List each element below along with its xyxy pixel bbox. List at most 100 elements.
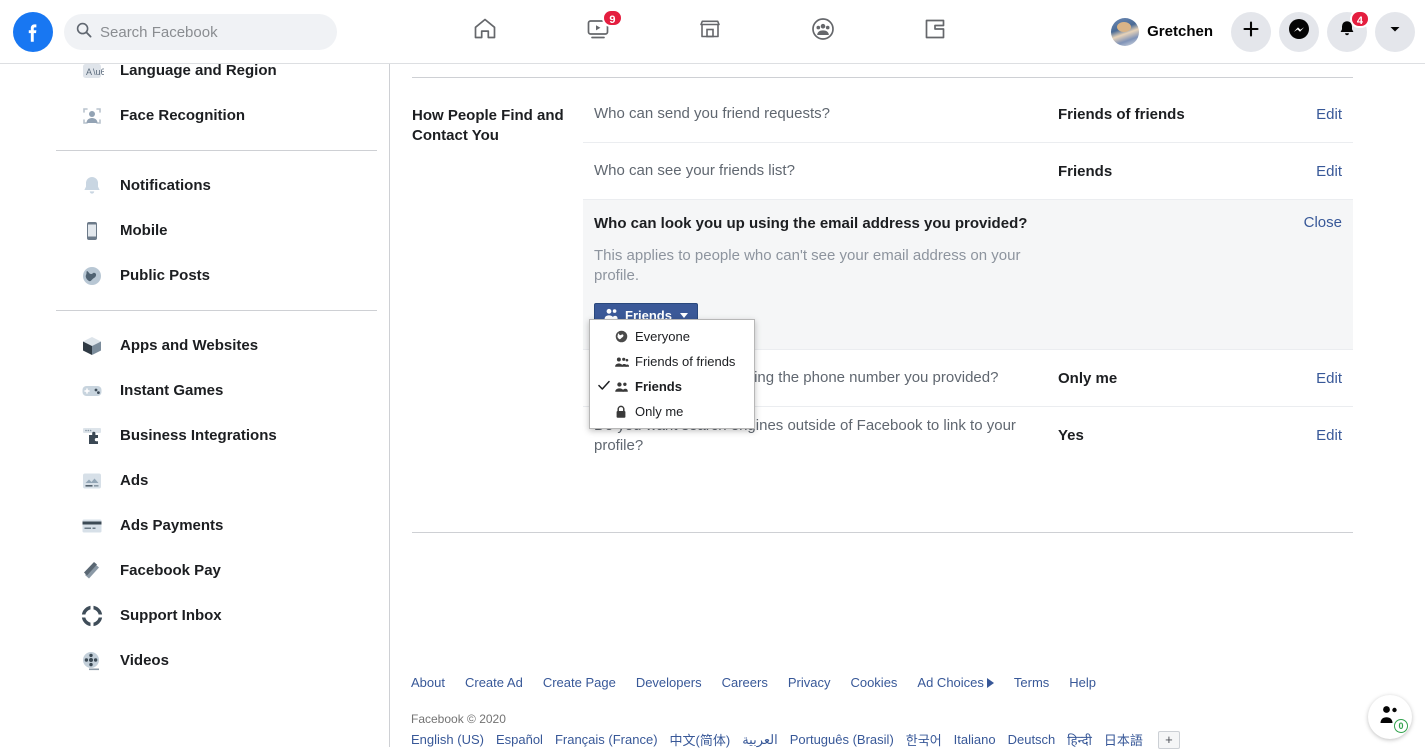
language-hindi[interactable]: हिन्दी xyxy=(1067,731,1092,749)
nav-groups-button[interactable] xyxy=(796,8,850,56)
notifications-button[interactable]: 4 xyxy=(1327,12,1367,52)
sidebar-item-instant-games[interactable]: Instant Games xyxy=(0,368,389,413)
sidebar-item-facebook-pay[interactable]: Facebook Pay xyxy=(0,548,389,593)
sidebar-item-label: Facebook Pay xyxy=(120,562,221,579)
facebook-logo[interactable] xyxy=(13,12,53,52)
bell-icon xyxy=(80,174,104,198)
content-top-divider xyxy=(412,77,1353,78)
mobile-icon xyxy=(80,219,104,243)
row-description: This applies to people who can't see you… xyxy=(594,246,1044,286)
footer-link-create-ad[interactable]: Create Ad xyxy=(465,675,523,690)
sidebar-item-ads-payments[interactable]: Ads Payments xyxy=(0,503,389,548)
puzzle-icon xyxy=(80,424,104,448)
footer-link-help[interactable]: Help xyxy=(1069,675,1096,690)
dropdown-option-label: Only me xyxy=(635,404,683,419)
footer-link-create-page[interactable]: Create Page xyxy=(543,675,616,690)
dropdown-option-only-me[interactable]: Only me xyxy=(590,399,754,424)
messenger-button[interactable] xyxy=(1279,12,1319,52)
credit-card-icon xyxy=(80,514,104,538)
language-portugues[interactable]: Português (Brasil) xyxy=(790,732,894,747)
face-recognition-icon xyxy=(80,104,104,128)
table-row[interactable]: Who can send you friend requests? Friend… xyxy=(583,86,1353,143)
dropdown-option-friends-of-friends[interactable]: Friends of friends xyxy=(590,349,754,374)
sidebar-item-language-and-region[interactable]: A \u6587 Language and Region xyxy=(0,64,389,93)
contacts-button[interactable]: 0 xyxy=(1368,695,1412,739)
globe-icon xyxy=(80,264,104,288)
footer-link-cookies[interactable]: Cookies xyxy=(850,675,897,690)
language-icon: A \u6587 xyxy=(80,64,104,83)
sidebar-divider xyxy=(56,310,377,311)
dropdown-option-label: Everyone xyxy=(635,329,690,344)
audience-dropdown-menu[interactable]: Everyone Friends of friends xyxy=(589,319,755,429)
chevron-down-icon xyxy=(680,313,688,318)
sidebar-item-mobile[interactable]: Mobile xyxy=(0,208,389,253)
sidebar-group-2: Notifications Mobile Public Posts xyxy=(0,163,389,298)
nav-marketplace-button[interactable] xyxy=(683,8,737,56)
table-row[interactable]: Who can see your friends list? Friends E… xyxy=(583,143,1353,200)
sidebar-item-videos[interactable]: Videos xyxy=(0,638,389,683)
dropdown-option-friends[interactable]: Friends xyxy=(590,374,754,399)
profile-name: Gretchen xyxy=(1147,23,1213,40)
gamepad-icon xyxy=(80,379,104,403)
account-menu-button[interactable] xyxy=(1375,12,1415,52)
add-language-button[interactable]: + xyxy=(1158,731,1180,749)
language-english-us[interactable]: English (US) xyxy=(411,732,484,747)
language-japanese[interactable]: 日本語 xyxy=(1104,730,1143,749)
language-francais[interactable]: Français (France) xyxy=(555,732,658,747)
language-arabic[interactable]: العربية xyxy=(742,732,778,748)
language-korean[interactable]: 한국어 xyxy=(906,730,942,749)
footer-link-about[interactable]: About xyxy=(411,675,445,690)
sidebar-item-business-integrations[interactable]: Business Integrations xyxy=(0,413,389,458)
footer-link-terms[interactable]: Terms xyxy=(1014,675,1049,690)
nav-home-button[interactable] xyxy=(458,8,512,56)
nav-watch-button[interactable]: 9 xyxy=(571,8,625,56)
language-espanol[interactable]: Español xyxy=(496,732,543,747)
sidebar-item-apps-and-websites[interactable]: Apps and Websites xyxy=(0,323,389,368)
lock-icon xyxy=(612,405,630,419)
watch-badge: 9 xyxy=(602,9,622,27)
language-italiano[interactable]: Italiano xyxy=(954,732,996,747)
sidebar-item-label: Notifications xyxy=(120,177,211,194)
cube-icon xyxy=(80,334,104,358)
sidebar-item-label: Support Inbox xyxy=(120,607,222,624)
sidebar-item-ads[interactable]: Ads xyxy=(0,458,389,503)
friends-icon xyxy=(612,381,630,393)
footer-link-careers[interactable]: Careers xyxy=(722,675,768,690)
page-footer: About Create Ad Create Page Developers C… xyxy=(411,675,1411,749)
home-icon xyxy=(471,15,499,48)
create-button[interactable] xyxy=(1231,12,1271,52)
sidebar-group-3: Apps and Websites Instant Games xyxy=(0,323,389,683)
language-deutsch[interactable]: Deutsch xyxy=(1008,732,1056,747)
close-button[interactable]: Close xyxy=(1292,214,1342,231)
sidebar-item-public-posts[interactable]: Public Posts xyxy=(0,253,389,298)
groups-icon xyxy=(809,15,837,48)
section-title: How People Find and Contact You xyxy=(412,106,572,146)
dropdown-option-everyone[interactable]: Everyone xyxy=(590,324,754,349)
top-navigation-bar: 9 xyxy=(0,0,1425,64)
edit-button[interactable]: Edit xyxy=(1263,370,1353,387)
wallet-icon xyxy=(80,559,104,583)
profile-chip[interactable]: Gretchen xyxy=(1107,14,1223,50)
sidebar-item-support-inbox[interactable]: Support Inbox xyxy=(0,593,389,638)
search-input[interactable] xyxy=(100,24,325,41)
nav-gaming-button[interactable] xyxy=(908,8,962,56)
row-value: Yes xyxy=(1058,427,1263,444)
settings-sidebar[interactable]: A \u6587 Language and Region Face Recogn… xyxy=(0,64,390,747)
footer-link-developers[interactable]: Developers xyxy=(636,675,702,690)
search-bar[interactable] xyxy=(64,14,337,50)
footer-link-privacy[interactable]: Privacy xyxy=(788,675,831,690)
edit-button[interactable]: Edit xyxy=(1263,427,1353,444)
chevron-down-icon xyxy=(1387,21,1403,42)
content-bottom-divider xyxy=(412,532,1353,533)
edit-button[interactable]: Edit xyxy=(1263,163,1353,180)
gaming-icon xyxy=(921,15,949,48)
footer-link-ad-choices[interactable]: Ad Choices xyxy=(917,675,983,690)
svg-text:\u6587: \u6587 xyxy=(93,67,104,77)
friends-group-icon xyxy=(612,356,630,368)
edit-button[interactable]: Edit xyxy=(1263,106,1353,123)
main-navigation-tabs: 9 xyxy=(420,0,1000,63)
sidebar-item-face-recognition[interactable]: Face Recognition xyxy=(0,93,389,138)
copyright-text: Facebook © 2020 xyxy=(411,712,1411,726)
sidebar-item-notifications[interactable]: Notifications xyxy=(0,163,389,208)
language-chinese[interactable]: 中文(简体) xyxy=(670,730,731,749)
